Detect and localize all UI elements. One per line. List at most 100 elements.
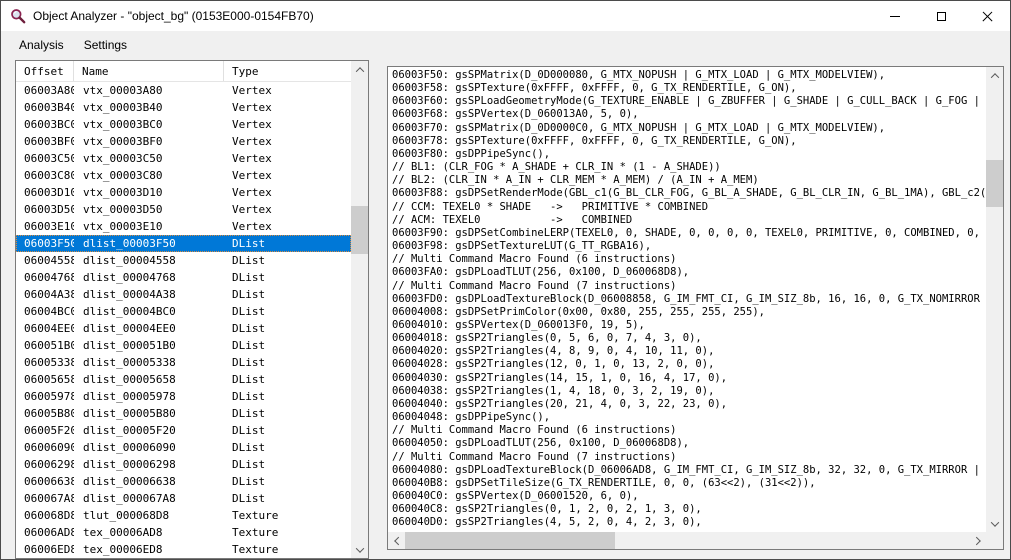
row-type: DList bbox=[224, 371, 351, 388]
scroll-up-button[interactable] bbox=[351, 61, 368, 78]
row-offset: 06006AD8 bbox=[16, 524, 74, 541]
code-line: 06003F88: gsDPSetRenderMode(GBL_c1(G_BL_… bbox=[392, 187, 986, 200]
menu-item-settings[interactable]: Settings bbox=[74, 33, 137, 57]
row-name: vtx_00003C50 bbox=[74, 150, 224, 167]
row-offset: 06005B80 bbox=[16, 405, 74, 422]
table-row[interactable]: 06005F20 dlist_00005F20 DList bbox=[16, 422, 351, 439]
table-row[interactable]: 06006638 dlist_00006638 DList bbox=[16, 473, 351, 490]
table-row[interactable]: 06003BC0 vtx_00003BC0 Vertex bbox=[16, 116, 351, 133]
disassembly-vertical-scrollbar[interactable] bbox=[986, 67, 1003, 532]
table-row[interactable]: 06003E10 vtx_00003E10 Vertex bbox=[16, 218, 351, 235]
code-line: 06004020: gsSP2Triangles(4, 8, 9, 0, 4, … bbox=[392, 345, 986, 358]
table-row[interactable]: 06004558 dlist_00004558 DList bbox=[16, 252, 351, 269]
row-offset: 06005978 bbox=[16, 388, 74, 405]
row-offset: 06003E10 bbox=[16, 218, 74, 235]
table-row[interactable]: 06004EE0 dlist_00004EE0 DList bbox=[16, 320, 351, 337]
table-row[interactable]: 06003D50 vtx_00003D50 Vertex bbox=[16, 201, 351, 218]
disassembly-horizontal-scrollbar[interactable] bbox=[388, 532, 986, 549]
code-line: 06003F78: gsSPTexture(0xFFFF, 0xFFFF, 0,… bbox=[392, 135, 986, 148]
table-row[interactable]: 06003C50 vtx_00003C50 Vertex bbox=[16, 150, 351, 167]
table-row[interactable]: 06003C80 vtx_00003C80 Vertex bbox=[16, 167, 351, 184]
disassembly-text[interactable]: 06003F50: gsSPMatrix(D_0D000080, G_MTX_N… bbox=[388, 67, 986, 532]
column-header-name[interactable]: Name bbox=[74, 61, 224, 81]
scroll-left-button[interactable] bbox=[388, 532, 405, 549]
table-row[interactable]: 06004768 dlist_00004768 DList bbox=[16, 269, 351, 286]
table-row[interactable]: 06003F50 dlist_00003F50 DList bbox=[16, 235, 351, 252]
table-row[interactable]: 06006090 dlist_00006090 DList bbox=[16, 439, 351, 456]
row-offset: 06005F20 bbox=[16, 422, 74, 439]
row-offset: 06003D10 bbox=[16, 184, 74, 201]
column-header-type[interactable]: Type bbox=[224, 61, 351, 81]
chevron-up-icon bbox=[990, 73, 998, 81]
table-row[interactable]: 06005658 dlist_00005658 DList bbox=[16, 371, 351, 388]
code-line: 06003F80: gsDPPipeSync(), bbox=[392, 148, 986, 161]
code-line: 06003FD0: gsDPLoadTextureBlock(D_0600885… bbox=[392, 293, 986, 306]
table-row[interactable]: 06003D10 vtx_00003D10 Vertex bbox=[16, 184, 351, 201]
code-line: // BL1: (CLR_FOG * A_SHADE + CLR_IN * (1… bbox=[392, 161, 986, 174]
scrollbar-thumb[interactable] bbox=[986, 160, 1003, 207]
minimize-button[interactable] bbox=[872, 1, 918, 31]
row-type: DList bbox=[224, 422, 351, 439]
table-row[interactable]: 06006AD8 tex_00006AD8 Texture bbox=[16, 524, 351, 541]
table-row[interactable]: 06003B40 vtx_00003B40 Vertex bbox=[16, 99, 351, 116]
row-offset: 06003B40 bbox=[16, 99, 74, 116]
table-row[interactable]: 060051B0 dlist_000051B0 DList bbox=[16, 337, 351, 354]
table-row[interactable]: 06005978 dlist_00005978 DList bbox=[16, 388, 351, 405]
object-list-vertical-scrollbar[interactable] bbox=[351, 61, 368, 558]
row-name: vtx_00003C80 bbox=[74, 167, 224, 184]
maximize-button[interactable] bbox=[918, 1, 964, 31]
code-line: 06004080: gsDPLoadTextureBlock(D_06006AD… bbox=[392, 464, 986, 477]
row-name: dlist_00005B80 bbox=[74, 405, 224, 422]
row-name: vtx_00003B40 bbox=[74, 99, 224, 116]
code-line: 06004018: gsSP2Triangles(0, 5, 6, 0, 7, … bbox=[392, 332, 986, 345]
table-row[interactable]: 06005B80 dlist_00005B80 DList bbox=[16, 405, 351, 422]
column-header-offset[interactable]: Offset bbox=[16, 61, 74, 81]
titlebar[interactable]: Object Analyzer - "object_bg" (0153E000-… bbox=[1, 1, 1010, 31]
table-row[interactable]: 060068D8 tlut_000068D8 Texture bbox=[16, 507, 351, 524]
object-list: Offset Name Type 06003A80 vtx_00003A80 V… bbox=[15, 60, 369, 559]
row-name: vtx_00003D10 bbox=[74, 184, 224, 201]
close-button[interactable] bbox=[964, 1, 1010, 31]
row-type: DList bbox=[224, 269, 351, 286]
code-line: // CCM: TEXEL0 * SHADE -> PRIMITIVE * CO… bbox=[392, 201, 986, 214]
scroll-down-button[interactable] bbox=[986, 515, 1003, 532]
code-line: 06004028: gsSP2Triangles(12, 0, 1, 0, 13… bbox=[392, 358, 986, 371]
table-row[interactable]: 06003A80 vtx_00003A80 Vertex bbox=[16, 82, 351, 99]
code-line: 060040C0: gsSPVertex(D_06001520, 6, 0), bbox=[392, 490, 986, 503]
row-offset: 06003BF0 bbox=[16, 133, 74, 150]
row-name: tex_00006AD8 bbox=[74, 524, 224, 541]
scrollbar-thumb[interactable] bbox=[405, 532, 615, 549]
window-title: Object Analyzer - "object_bg" (0153E000-… bbox=[33, 9, 314, 23]
code-line: 060040B8: gsDPSetTileSize(G_TX_RENDERTIL… bbox=[392, 477, 986, 490]
code-line: 06004050: gsDPLoadTLUT(256, 0x100, D_060… bbox=[392, 437, 986, 450]
code-line: 06004030: gsSP2Triangles(14, 15, 1, 0, 1… bbox=[392, 372, 986, 385]
chevron-down-icon bbox=[990, 518, 998, 526]
row-name: vtx_00003A80 bbox=[74, 82, 224, 99]
table-row[interactable]: 06006ED8 tex_00006ED8 Texture bbox=[16, 541, 351, 558]
close-icon bbox=[982, 11, 993, 22]
table-row[interactable]: 06004BC0 dlist_00004BC0 DList bbox=[16, 303, 351, 320]
code-line: 06003F70: gsSPMatrix(D_0D0000C0, G_MTX_N… bbox=[392, 122, 986, 135]
menu-item-analysis[interactable]: Analysis bbox=[9, 33, 74, 57]
table-row[interactable]: 06006298 dlist_00006298 DList bbox=[16, 456, 351, 473]
row-type: DList bbox=[224, 456, 351, 473]
scroll-down-button[interactable] bbox=[351, 541, 368, 558]
row-offset: 06003C80 bbox=[16, 167, 74, 184]
row-type: Vertex bbox=[224, 218, 351, 235]
code-line: // BL2: (CLR_IN * A_IN + CLR_MEM * A_MEM… bbox=[392, 174, 986, 187]
row-offset: 06003C50 bbox=[16, 150, 74, 167]
table-row[interactable]: 06004A38 dlist_00004A38 DList bbox=[16, 286, 351, 303]
table-row[interactable]: 060067A8 dlist_000067A8 DList bbox=[16, 490, 351, 507]
table-row[interactable]: 06003BF0 vtx_00003BF0 Vertex bbox=[16, 133, 351, 150]
row-type: DList bbox=[224, 388, 351, 405]
table-row[interactable]: 06005338 dlist_00005338 DList bbox=[16, 354, 351, 371]
scroll-up-button[interactable] bbox=[986, 67, 1003, 84]
scrollbar-thumb[interactable] bbox=[351, 206, 368, 254]
code-line: 06003F50: gsSPMatrix(D_0D000080, G_MTX_N… bbox=[392, 69, 986, 82]
scroll-right-button[interactable] bbox=[969, 532, 986, 549]
code-line: 06003F60: gsSPLoadGeometryMode(G_TEXTURE… bbox=[392, 95, 986, 108]
row-type: DList bbox=[224, 303, 351, 320]
code-line: 060040D0: gsSP2Triangles(4, 5, 2, 0, 4, … bbox=[392, 516, 986, 529]
chevron-up-icon bbox=[355, 67, 363, 75]
code-line: 06003F58: gsSPTexture(0xFFFF, 0xFFFF, 0,… bbox=[392, 82, 986, 95]
